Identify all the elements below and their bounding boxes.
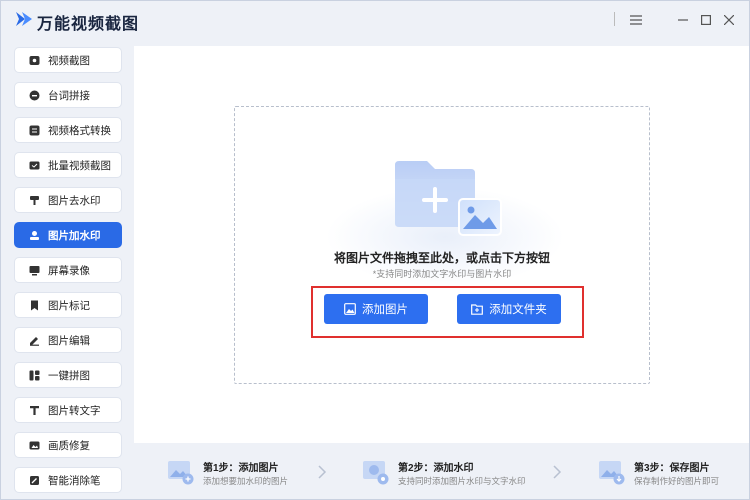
image-icon	[344, 303, 356, 315]
save-image-step-icon	[599, 461, 625, 485]
video-screenshot-icon	[28, 54, 40, 66]
sidebar-item-quality-repair[interactable]: 画质修复	[14, 432, 122, 458]
sidebar-item-label: 图片转文字	[48, 404, 101, 417]
folder-add-icon	[395, 161, 502, 236]
sidebar-item-format-convert[interactable]: 视频格式转换	[14, 117, 122, 143]
drop-title: 将图片文件拖拽至此处，或点击下方按钮	[333, 251, 550, 265]
sidebar-item-subtitle-stitch[interactable]: 台词拼接	[14, 82, 122, 108]
eraser-pen-icon	[28, 474, 40, 486]
sidebar-item-label: 图片加水印	[48, 229, 101, 242]
remove-watermark-icon	[28, 194, 40, 206]
drop-hint: *支持同时添加文字水印与图片水印	[372, 269, 512, 279]
close-icon[interactable]	[718, 9, 740, 31]
maximize-icon[interactable]	[695, 9, 717, 31]
sidebar-item-label: 屏幕录像	[48, 264, 90, 277]
batch-screenshot-icon	[28, 159, 40, 171]
minimize-icon[interactable]	[672, 9, 694, 31]
sidebar-item-label: 视频截图	[48, 54, 90, 67]
subtitle-stitch-icon	[28, 89, 40, 101]
image-edit-icon	[28, 334, 40, 346]
sidebar-item-batch-screenshot[interactable]: 批量视频截图	[14, 152, 122, 178]
add-watermark-step-icon	[363, 461, 389, 485]
add-watermark-icon	[28, 229, 40, 241]
sidebar-item-eraser-pen[interactable]: 智能消除笔	[14, 467, 122, 493]
add-image-step-icon	[168, 461, 194, 485]
ocr-text-icon	[28, 404, 40, 416]
image-mark-icon	[28, 299, 40, 311]
screen-record-icon	[28, 264, 40, 276]
chevron-right-icon	[318, 465, 327, 479]
hamburger-icon[interactable]	[625, 9, 647, 31]
sidebar: 视频截图 台词拼接 视频格式转换 批量视频截图 图片去水印 图片加水印 屏幕录像	[1, 41, 133, 499]
add-folder-label: 添加文件夹	[489, 304, 547, 316]
step-title: 第2步：添加水印	[398, 463, 474, 474]
sidebar-item-label: 图片去水印	[48, 194, 101, 207]
sidebar-item-image-mark[interactable]: 图片标记	[14, 292, 122, 318]
title-bar-divider	[614, 12, 615, 26]
sidebar-item-screen-record[interactable]: 屏幕录像	[14, 257, 122, 283]
add-image-label: 添加图片	[362, 304, 408, 316]
add-image-button[interactable]: 添加图片	[324, 294, 428, 324]
format-convert-icon	[28, 124, 40, 136]
step-desc: 保存制作好的图片即可	[634, 476, 720, 486]
drop-zone[interactable]: 将图片文件拖拽至此处，或点击下方按钮 *支持同时添加文字水印与图片水印 添加图片…	[234, 106, 650, 384]
step-desc: 添加想要加水印的图片	[203, 476, 289, 486]
sidebar-item-label: 图片编辑	[48, 334, 90, 347]
sidebar-item-image-edit[interactable]: 图片编辑	[14, 327, 122, 353]
step-title: 第1步：添加图片	[203, 463, 279, 474]
quality-repair-icon	[28, 439, 40, 451]
add-folder-button[interactable]: 添加文件夹	[457, 294, 561, 324]
chevron-right-icon	[553, 465, 562, 479]
app-logo-icon	[16, 12, 32, 26]
sidebar-item-label: 画质修复	[48, 439, 90, 452]
collage-icon	[28, 369, 40, 381]
app-window: 万能视频截图 视频截图 台词拼接 视频格式转换 批量视频截图 图片去水印 图片加…	[0, 0, 750, 500]
sidebar-item-ocr-text[interactable]: 图片转文字	[14, 397, 122, 423]
title-bar: 万能视频截图	[1, 1, 749, 39]
sidebar-item-label: 图片标记	[48, 299, 90, 312]
sidebar-item-collage[interactable]: 一键拼图	[14, 362, 122, 388]
folder-plus-icon	[471, 304, 484, 315]
main-panel: 将图片文件拖拽至此处，或点击下方按钮 *支持同时添加文字水印与图片水印 添加图片…	[134, 46, 749, 443]
steps-footer: 第1步：添加图片 添加想要加水印的图片 第2步：添加水印 支持同时添加图片水印与…	[134, 445, 749, 499]
sidebar-item-label: 智能消除笔	[48, 474, 101, 487]
sidebar-item-label: 视频格式转换	[48, 124, 111, 137]
step-desc: 支持同时添加图片水印与文字水印	[398, 476, 526, 486]
app-title: 万能视频截图	[37, 16, 140, 33]
sidebar-item-add-watermark[interactable]: 图片加水印	[14, 222, 122, 248]
step-title: 第3步：保存图片	[634, 463, 710, 474]
sidebar-item-label: 批量视频截图	[48, 159, 111, 172]
sidebar-item-label: 一键拼图	[48, 369, 90, 382]
sidebar-item-video-screenshot[interactable]: 视频截图	[14, 47, 122, 73]
sidebar-item-label: 台词拼接	[48, 89, 90, 102]
sidebar-item-remove-watermark[interactable]: 图片去水印	[14, 187, 122, 213]
